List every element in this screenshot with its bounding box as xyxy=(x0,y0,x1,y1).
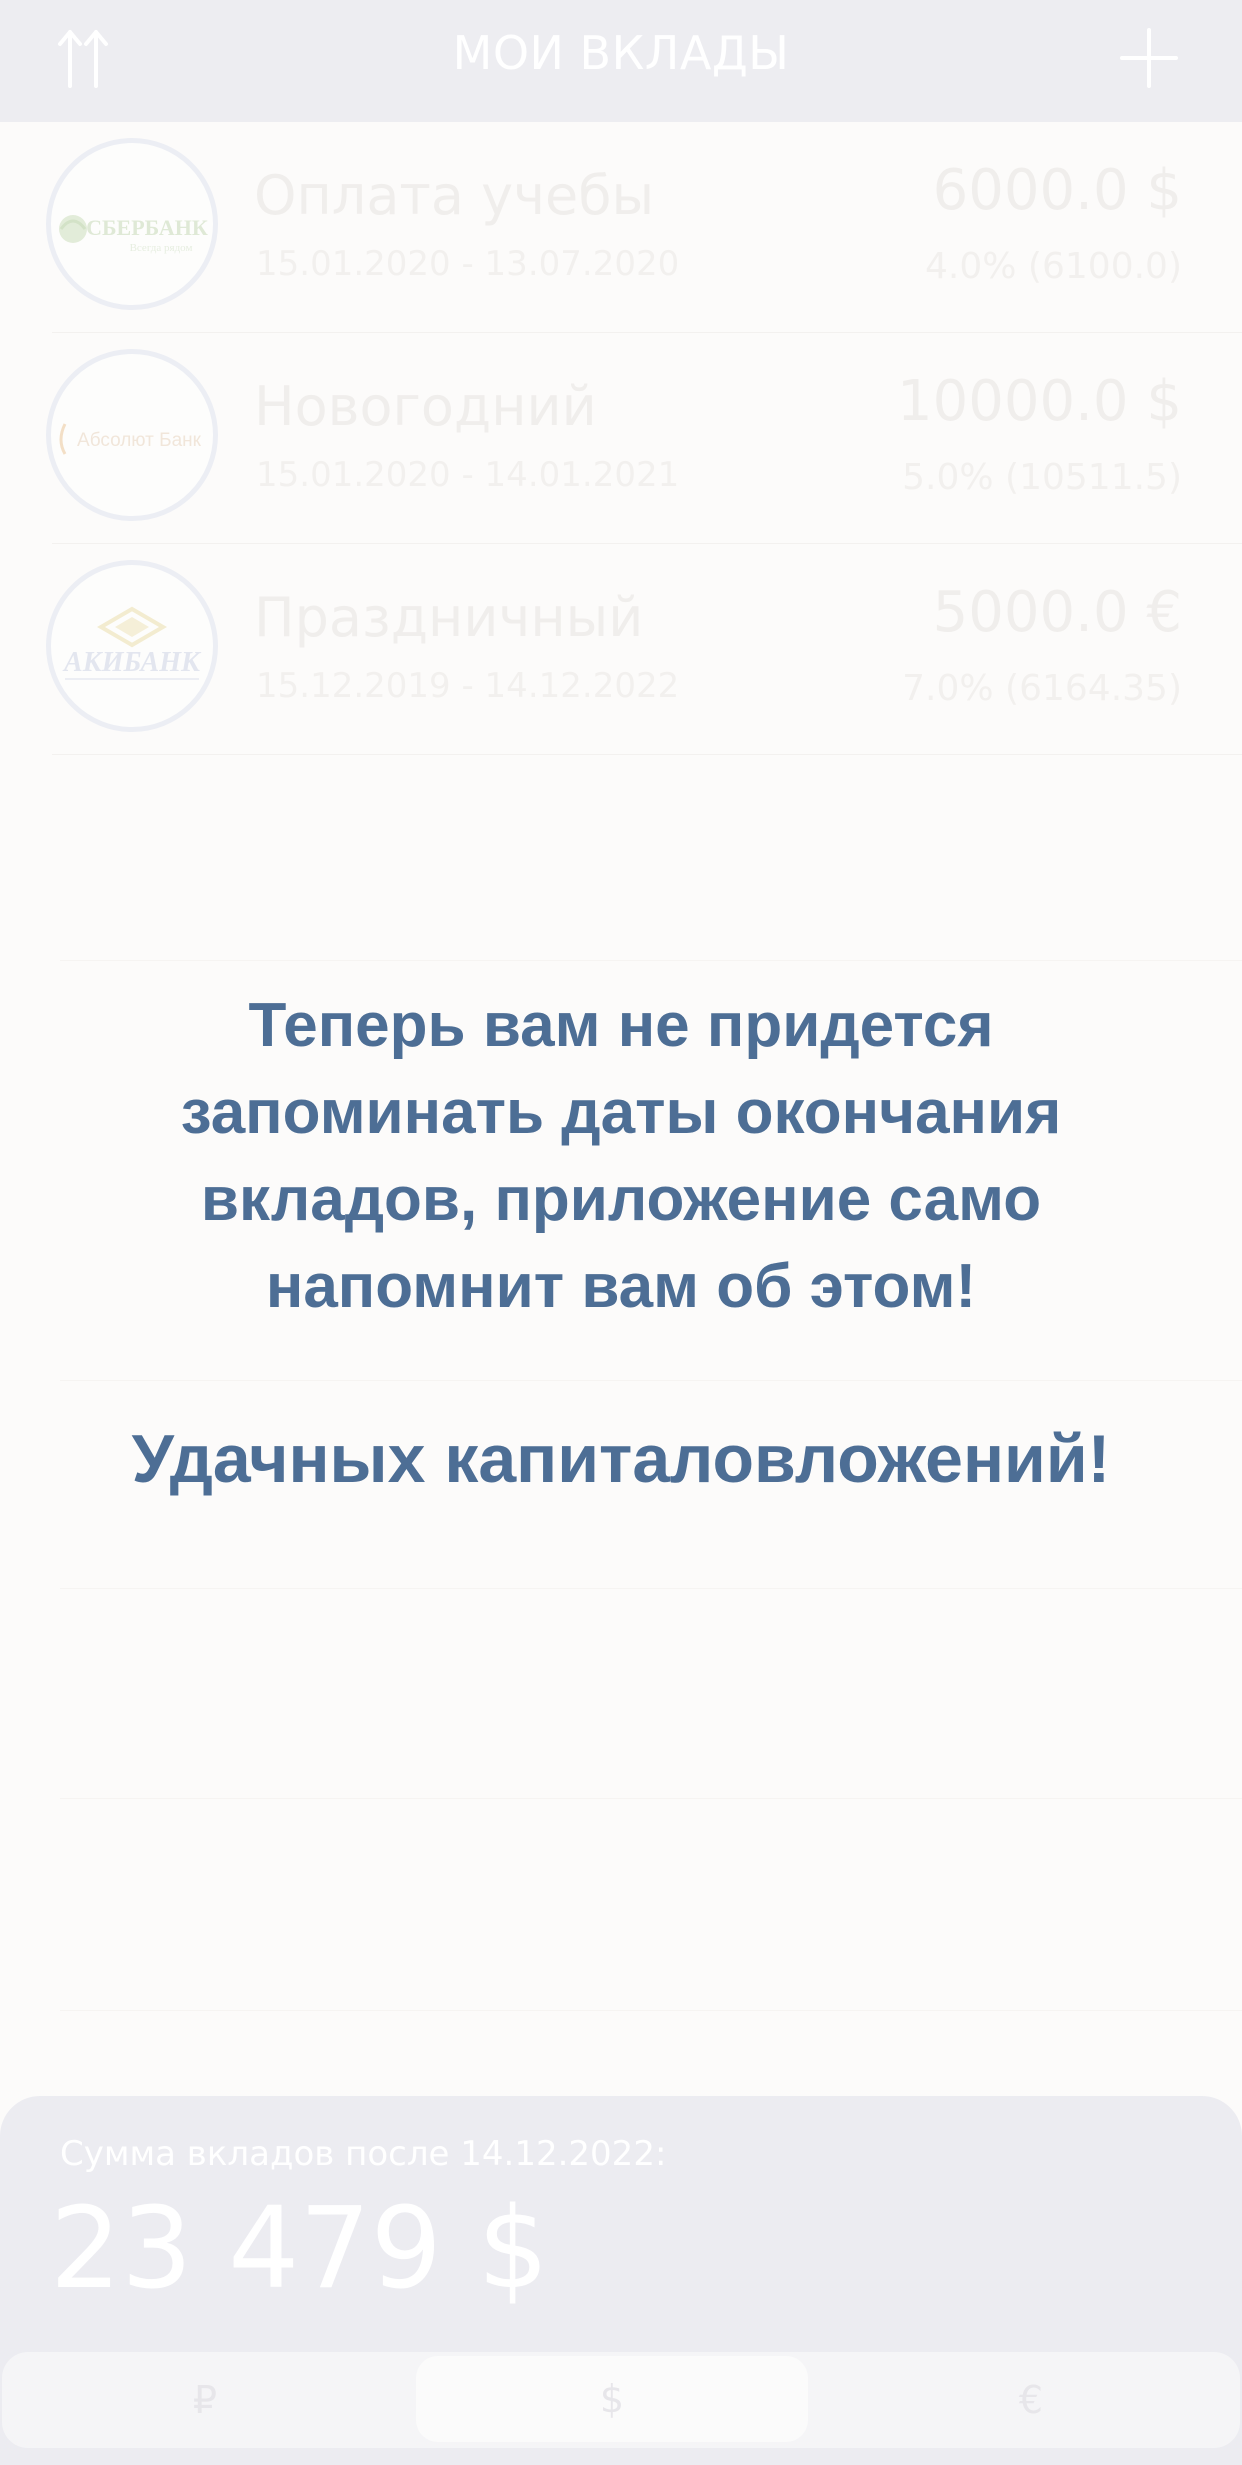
divider xyxy=(60,1588,1242,1589)
summary-panel: Сумма вкладов после 14.12.2022: 23 479 $… xyxy=(0,2096,1242,2465)
plus-icon[interactable] xyxy=(1118,22,1180,94)
sberbank-logo-icon: СБЕРБАНК Всегда рядом xyxy=(46,138,218,310)
currency-rub-button[interactable]: ₽ xyxy=(2,2352,408,2448)
deposit-name: Новогодний xyxy=(254,375,597,438)
page-title: МОИ ВКЛАДЫ xyxy=(452,26,790,80)
logo-subtext: Всегда рядом xyxy=(130,242,193,254)
header-bar: МОИ ВКЛАДЫ xyxy=(0,0,1242,122)
deposit-dates: 15.01.2020 - 13.07.2020 xyxy=(256,244,680,284)
deposit-amount: 10000.0 $ xyxy=(896,369,1182,434)
logo-text: АКИБАНК xyxy=(62,647,202,678)
currency-switcher: ₽ $ € xyxy=(2,2352,1240,2448)
divider xyxy=(60,2010,1242,2011)
divider xyxy=(60,1798,1242,1799)
deposit-dates: 15.01.2020 - 14.01.2021 xyxy=(256,455,680,495)
deposit-list: СБЕРБАНК Всегда рядом Оплата учебы 15.01… xyxy=(0,122,1242,755)
divider xyxy=(60,1380,1242,1381)
logo-text: СБЕРБАНК xyxy=(86,215,208,240)
summary-value: 23 479 $ xyxy=(50,2184,549,2314)
logo-text: Абсолют Банк xyxy=(77,430,202,451)
currency-eur-button[interactable]: € xyxy=(822,2352,1240,2448)
deposit-rate: 4.0% (6100.0) xyxy=(925,246,1182,287)
divider xyxy=(60,960,1242,961)
summary-label: Сумма вкладов после 14.12.2022: xyxy=(60,2134,667,2174)
deposit-name: Оплата учебы xyxy=(254,164,655,227)
akibank-logo-icon: АКИБАНК xyxy=(46,560,218,732)
deposit-row[interactable]: Абсолют Банк Новогодний 15.01.2020 - 14.… xyxy=(46,333,1242,544)
deposit-row[interactable]: СБЕРБАНК Всегда рядом Оплата учебы 15.01… xyxy=(46,122,1242,333)
currency-usd-button[interactable]: $ xyxy=(416,2356,808,2442)
deposit-rate: 5.0% (10511.5) xyxy=(902,457,1182,498)
deposit-amount: 5000.0 € xyxy=(932,580,1182,645)
deposit-rate: 7.0% (6164.35) xyxy=(902,668,1182,709)
deposit-amount: 6000.0 $ xyxy=(932,158,1182,223)
deposit-name: Праздничный xyxy=(254,586,644,649)
deposit-dates: 15.12.2019 - 14.12.2022 xyxy=(256,666,680,706)
absolut-bank-logo-icon: Абсолют Банк xyxy=(46,349,218,521)
onboarding-message: Теперь вам не придется запоминать даты о… xyxy=(180,991,1062,1321)
deposit-row[interactable]: АКИБАНК Праздничный 15.12.2019 - 14.12.2… xyxy=(46,544,1242,755)
onboarding-wish: Удачных капиталовложений! xyxy=(131,1421,1111,1497)
